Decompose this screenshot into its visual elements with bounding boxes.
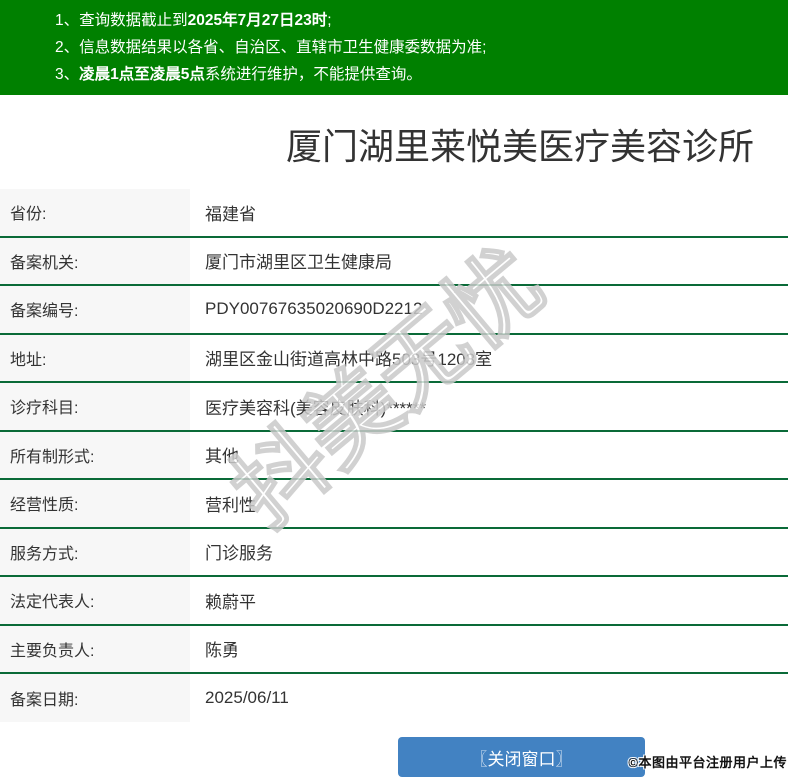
row-label: 主要负责人: <box>0 625 190 672</box>
row-value: 营利性 <box>205 495 256 515</box>
notice-text: 信息数据结果以各省、自治区、直辖市卫生健康委数据为准; <box>79 39 487 56</box>
row-value: 赖蔚平 <box>205 592 256 612</box>
notice-text-bold: 2025年7月27日23时 <box>187 12 328 29</box>
table-row-registration-authority: 备案机关: 厦门市湖里区卫生健康局 <box>0 237 788 286</box>
table-row-ownership-form: 所有制形式: 其他 <box>0 431 788 480</box>
table-row-registration-number: 备案编号: PDY00767635020690D2212 <box>0 286 788 335</box>
row-label: 经营性质: <box>0 480 190 527</box>
row-label: 法定代表人: <box>0 577 190 624</box>
institution-info-table: 省份: 福建省 备案机关: 厦门市湖里区卫生健康局 备案编号: PDY00767… <box>0 189 788 722</box>
notice-banner: 1、查询数据截止到2025年7月27日23时; 2、信息数据结果以各省、自治区、… <box>0 0 788 95</box>
notice-text: ; <box>327 12 332 29</box>
notice-number: 2、 <box>55 39 80 56</box>
table-row-service-mode: 服务方式: 门诊服务 <box>0 528 788 577</box>
table-row-legal-representative: 法定代表人: 赖蔚平 <box>0 577 788 626</box>
row-value: 陈勇 <box>205 641 239 661</box>
row-label: 地址: <box>0 334 190 381</box>
notice-text: 查询数据截止到 <box>79 12 188 29</box>
row-label: 备案编号: <box>0 286 190 333</box>
table-row-main-person-in-charge: 主要负责人: 陈勇 <box>0 625 788 674</box>
row-label: 省份: <box>0 189 190 236</box>
table-row-treatment-subjects: 诊疗科目: 医疗美容科(美容皮肤科)****** <box>0 383 788 432</box>
notice-line-3: 3、凌晨1点至凌晨5点系统进行维护，不能提供查询。 <box>0 61 788 88</box>
row-label: 服务方式: <box>0 528 190 575</box>
table-row-business-nature: 经营性质: 营利性 <box>0 480 788 529</box>
row-value: 福建省 <box>205 204 256 224</box>
row-value: 其他 <box>205 447 239 467</box>
row-value: 门诊服务 <box>205 544 273 564</box>
row-value: 医疗美容科(美容皮肤科)****** <box>205 398 427 418</box>
notice-line-1: 1、查询数据截止到2025年7月27日23时; <box>0 7 788 34</box>
copyright-watermark: ©本图由平台注册用户上传 <box>628 755 787 770</box>
row-value: 2025/06/11 <box>205 688 289 707</box>
row-label: 诊疗科目: <box>0 383 190 430</box>
row-label: 备案机关: <box>0 237 190 284</box>
table-row-registration-date: 备案日期: 2025/06/11 <box>0 674 788 722</box>
row-value: 厦门市湖里区卫生健康局 <box>205 253 392 273</box>
row-value: PDY00767635020690D2212 <box>205 299 423 319</box>
notice-line-2: 2、信息数据结果以各省、自治区、直辖市卫生健康委数据为准; <box>0 34 788 61</box>
notice-number: 1、 <box>55 12 80 29</box>
notice-text-bold: 凌晨1点至凌晨5点 <box>79 66 205 83</box>
row-value: 湖里区金山街道高林中路503号1203室 <box>205 350 493 370</box>
notice-text: 系统进行维护，不能提供查询。 <box>204 66 422 83</box>
close-window-button[interactable]: 〖关闭窗口〗 <box>398 737 645 777</box>
row-label: 所有制形式: <box>0 431 190 478</box>
row-label: 备案日期: <box>0 674 190 722</box>
table-row-address: 地址: 湖里区金山街道高林中路503号1203室 <box>0 334 788 383</box>
table-row-province: 省份: 福建省 <box>0 189 788 238</box>
page-title: 厦门湖里莱悦美医疗美容诊所 <box>285 126 754 167</box>
notice-number: 3、 <box>55 66 80 83</box>
